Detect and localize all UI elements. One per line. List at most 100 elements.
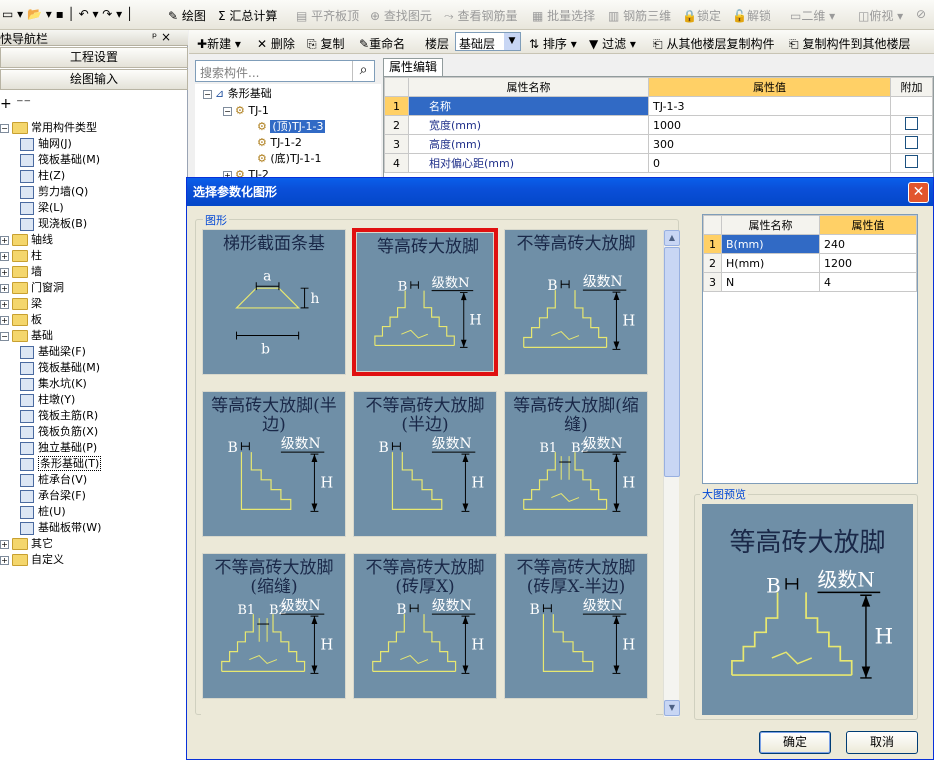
nav-item[interactable]: 承台梁(F): [20, 488, 86, 504]
nav-folder[interactable]: + 梁: [0, 296, 42, 312]
shape-tile[interactable]: B 级数N H 不等高砖大放脚: [503, 228, 649, 376]
param-value-cell[interactable]: 1200: [819, 253, 917, 273]
find-element-button[interactable]: ⊕ 查找图元: [370, 7, 432, 24]
expand-icon[interactable]: +: [0, 539, 9, 549]
new-button[interactable]: ✚新建 ▾: [197, 35, 241, 52]
shape-tile[interactable]: B 级数N H 不等高砖大放脚(半边): [352, 390, 498, 538]
expand-icon[interactable]: +: [0, 267, 9, 277]
scroll-down-icon[interactable]: ▼: [664, 700, 680, 716]
value-cell[interactable]: 1000: [648, 115, 891, 135]
filter-button[interactable]: ▼ 过滤 ▾: [589, 35, 636, 52]
expand-collapse-icons[interactable]: + ⁻⁻: [0, 96, 31, 112]
sum-calc-button[interactable]: Σ 汇总计算: [218, 7, 277, 24]
expand-icon[interactable]: +: [0, 555, 9, 565]
nav-item[interactable]: 筏板基础(M): [20, 360, 100, 376]
nav-item[interactable]: 基础板带(W): [20, 520, 101, 536]
shape-tile[interactable]: B 级数N H 不等高砖大放脚(砖厚X): [352, 552, 498, 700]
nav-item[interactable]: 桩(U): [20, 504, 66, 520]
nav-item[interactable]: 筏板主筋(R): [20, 408, 98, 424]
extra-checkbox[interactable]: [905, 155, 918, 168]
table-row[interactable]: 3 N 4: [703, 272, 917, 292]
tab-property-editor[interactable]: 属性编辑: [383, 58, 443, 76]
nav-folder[interactable]: + 轴线: [0, 232, 53, 248]
cancel-button[interactable]: 取消: [846, 731, 918, 754]
search-icon[interactable]: ⌕: [352, 61, 374, 81]
close-icon[interactable]: ✕: [908, 182, 929, 203]
unlock-button[interactable]: 🔓解锁: [732, 7, 771, 24]
tree-item[interactable]: ⚙ (顶)TJ-1-3: [257, 119, 326, 135]
view-top-select[interactable]: ◫俯视 ▾: [858, 7, 903, 24]
scroll-up-icon[interactable]: ▲: [664, 230, 680, 246]
nav-item[interactable]: 筏板负筋(X): [20, 424, 98, 440]
tree-group[interactable]: + ⚙ TJ-2: [223, 167, 269, 177]
value-cell[interactable]: 0: [648, 153, 891, 173]
tree-group[interactable]: − ⚙ TJ-1: [223, 103, 269, 119]
expand-icon[interactable]: +: [0, 315, 9, 325]
expand-icon[interactable]: +: [0, 235, 9, 245]
table-row[interactable]: 4 相对偏心距(mm) 0: [384, 153, 933, 173]
nav-folder[interactable]: + 自定义: [0, 552, 64, 568]
pin-close-icon[interactable]: ᵖ ×: [152, 30, 171, 44]
shape-tile[interactable]: a h b 梯形截面条基: [201, 228, 347, 376]
extra-checkbox[interactable]: [905, 117, 918, 130]
draw-input-button[interactable]: 绘图输入: [0, 69, 188, 90]
nav-item[interactable]: 桩承台(V): [20, 472, 87, 488]
nav-folder[interactable]: + 其它: [0, 536, 53, 552]
collapse-icon[interactable]: −: [0, 331, 9, 341]
nav-item[interactable]: 柱(Z): [20, 168, 65, 184]
nav-item[interactable]: 剪力墙(Q): [20, 184, 88, 200]
collapse-icon[interactable]: −: [223, 106, 232, 116]
delete-button[interactable]: ✕ 删除: [257, 35, 295, 52]
rename-button[interactable]: ✎重命名: [359, 35, 405, 52]
nav-folder[interactable]: + 墙: [0, 264, 42, 280]
tree-root[interactable]: − ⊿ 条形基础: [203, 86, 272, 102]
draw-button[interactable]: ✎ 绘图: [168, 7, 206, 24]
nav-item[interactable]: 筏板基础(M): [20, 152, 100, 168]
nav-item[interactable]: 轴网(J): [20, 136, 72, 152]
rebar-3d-button[interactable]: ▥ 钢筋三维: [608, 7, 671, 24]
extra-checkbox[interactable]: [905, 136, 918, 149]
view-2d-select[interactable]: ▭二维 ▾: [790, 7, 835, 24]
shape-tile[interactable]: B 级数N H 等高砖大放脚(半边): [201, 390, 347, 538]
collapse-icon[interactable]: −: [0, 123, 9, 133]
view-rebar-button[interactable]: ⤳ 查看钢筋量: [444, 7, 517, 24]
value-cell[interactable]: TJ-1-3: [648, 96, 891, 116]
value-cell[interactable]: 300: [648, 134, 891, 154]
nav-folder[interactable]: + 门窗洞: [0, 280, 64, 296]
table-row[interactable]: 2 宽度(mm) 1000: [384, 115, 933, 135]
table-row[interactable]: 3 高度(mm) 300: [384, 134, 933, 154]
nav-folder[interactable]: − 常用构件类型: [0, 120, 97, 136]
more-icon[interactable]: ⊘: [916, 7, 926, 21]
batch-select-button[interactable]: ▦ 批量选择: [532, 7, 595, 24]
shape-tile[interactable]: B 级数N H 等高砖大放脚: [352, 228, 498, 376]
tree-item[interactable]: ⚙ (底)TJ-1-1: [257, 151, 321, 167]
param-value-cell[interactable]: 240: [819, 234, 917, 254]
nav-item[interactable]: 集水坑(K): [20, 376, 87, 392]
scroll-thumb[interactable]: [664, 247, 680, 477]
nav-folder[interactable]: − 基础: [0, 328, 53, 344]
align-top-button[interactable]: ▤ 平齐板顶: [296, 7, 359, 24]
nav-item[interactable]: 条形基础(T): [20, 456, 102, 472]
nav-item[interactable]: 柱墩(Y): [20, 392, 75, 408]
shape-tile[interactable]: B1 B2 级数N H 等高砖大放脚(缩缝): [503, 390, 649, 538]
collapse-icon[interactable]: −: [203, 89, 212, 99]
project-settings-button[interactable]: 工程设置: [0, 47, 188, 68]
nav-folder[interactable]: + 板: [0, 312, 42, 328]
nav-item[interactable]: 基础梁(F): [20, 344, 86, 360]
nav-item[interactable]: 梁(L): [20, 200, 64, 216]
nav-folder[interactable]: + 柱: [0, 248, 42, 264]
shape-tile[interactable]: B1 B2 级数N H 不等高砖大放脚(缩缝): [201, 552, 347, 700]
copy-from-floor-button[interactable]: ⎗ 从其他楼层复制构件: [653, 35, 774, 52]
expand-icon[interactable]: +: [0, 251, 9, 261]
lock-button[interactable]: 🔒锁定: [682, 7, 721, 24]
component-search-input[interactable]: 搜索构件...: [195, 60, 375, 82]
expand-icon[interactable]: +: [0, 283, 9, 293]
table-row[interactable]: 1 名称 TJ-1-3: [384, 96, 933, 116]
copy-to-floor-button[interactable]: ⎗ 复制构件到其他楼层: [789, 35, 910, 52]
param-value-cell[interactable]: 4: [819, 272, 917, 292]
tree-item[interactable]: ⚙ TJ-1-2: [257, 135, 302, 151]
table-row[interactable]: 1 B(mm) 240: [703, 234, 917, 254]
shape-tile[interactable]: B 级数N H 不等高砖大放脚(砖厚X-半边): [503, 552, 649, 700]
nav-item[interactable]: 独立基础(P): [20, 440, 97, 456]
floor-select[interactable]: 基础层 ▼: [455, 32, 521, 51]
